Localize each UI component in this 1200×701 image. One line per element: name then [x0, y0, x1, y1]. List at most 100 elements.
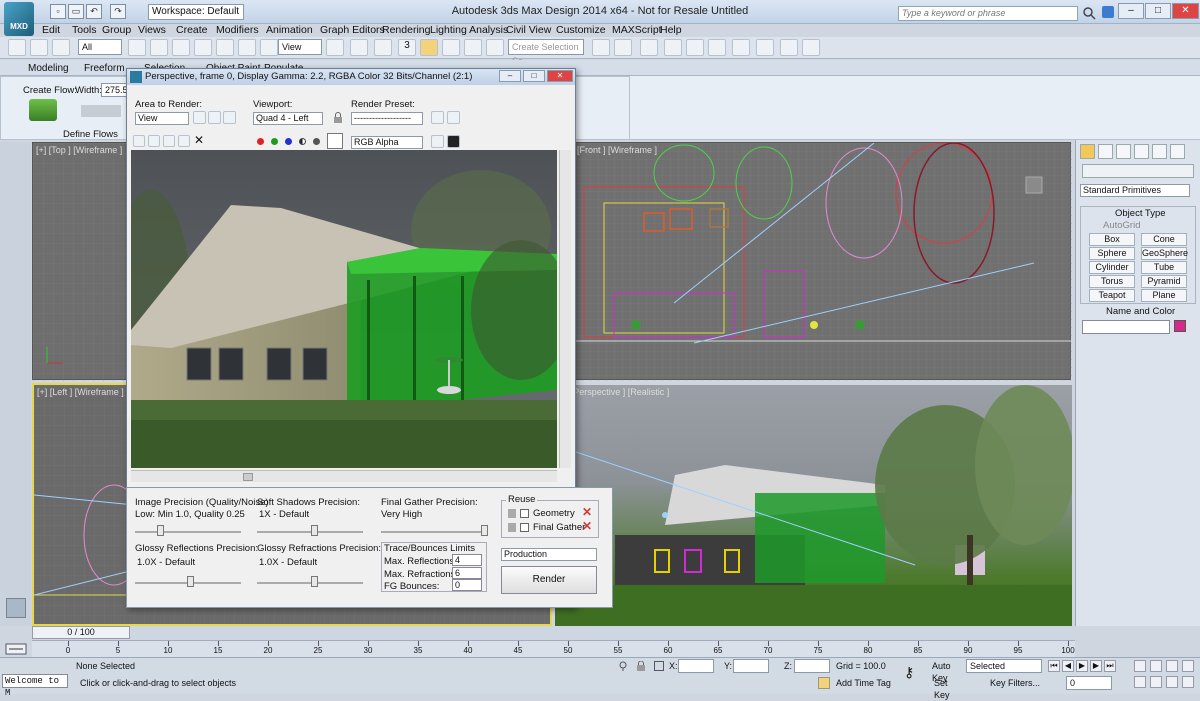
viewport-top-label[interactable]: [+] [Top ] [Wireframe ] [36, 145, 122, 155]
clear-icon[interactable]: ✕ [194, 134, 206, 147]
toggle-ui-overlay-icon[interactable] [431, 135, 444, 148]
object-color-swatch[interactable] [1174, 320, 1186, 332]
reference-coordinate-select[interactable]: View [278, 39, 322, 55]
glossy-reflections-slider[interactable] [187, 576, 194, 587]
go-to-end-icon[interactable]: ⏭ [1104, 660, 1116, 672]
menu-views[interactable]: Views [138, 24, 166, 36]
maximize-button[interactable]: □ [1145, 3, 1171, 19]
soft-shadows-slider[interactable] [311, 525, 318, 536]
add-time-tag[interactable]: Add Time Tag [836, 678, 891, 688]
create-flow-icon[interactable] [29, 99, 57, 121]
primitive-type-select[interactable]: Standard Primitives [1080, 184, 1190, 197]
viewport-front[interactable]: [Front ] [Wireframe ] [573, 142, 1072, 381]
rotate-icon[interactable] [238, 39, 256, 56]
menu-graph-editors[interactable]: Graph Editors [320, 24, 385, 36]
ribbon-tab-modeling[interactable]: Modeling [28, 63, 69, 74]
material-editor-icon[interactable] [756, 39, 774, 56]
display-tab-icon[interactable] [1152, 144, 1167, 159]
render-minimize-button[interactable]: – [499, 70, 521, 82]
percent-snap-icon[interactable] [442, 39, 460, 56]
key-icon[interactable]: ⚷ [904, 665, 926, 680]
menu-create[interactable]: Create [176, 24, 208, 36]
hierarchy-tab-icon[interactable] [1116, 144, 1131, 159]
render-mode-select[interactable]: Production [501, 548, 597, 561]
go-to-start-icon[interactable]: ⏮ [1048, 660, 1060, 672]
max-reflections-input[interactable]: 4 [452, 554, 482, 566]
render-vertical-scrollbar[interactable] [559, 150, 571, 468]
final-gather-lock-icon[interactable] [508, 523, 516, 532]
menu-rendering[interactable]: Rendering [382, 24, 430, 36]
named-selection-input[interactable]: Create Selection Se [508, 39, 584, 66]
area-to-render-select[interactable]: View [135, 112, 189, 125]
monochrome-icon[interactable] [313, 138, 320, 145]
geosphere-button[interactable]: GeoSphere [1141, 247, 1188, 260]
viewport-front-label[interactable]: [Front ] [Wireframe ] [577, 145, 657, 155]
sphere-button[interactable]: Sphere [1089, 247, 1135, 260]
cylinder-button[interactable]: Cylinder [1089, 261, 1135, 274]
plane-button[interactable]: Plane [1141, 289, 1187, 302]
flow-preview-icon[interactable] [81, 105, 121, 117]
layer-manager-icon[interactable] [664, 39, 682, 56]
selection-lock-icon[interactable] [636, 660, 646, 671]
key-filters-button[interactable]: Key Filters... [990, 677, 1042, 691]
display-channel-select[interactable]: RGB Alpha [351, 136, 423, 149]
render-teapot-icon[interactable] [802, 39, 820, 56]
cone-button[interactable]: Cone [1141, 233, 1187, 246]
infocenter-icon[interactable] [1102, 6, 1114, 18]
snaps-toggle-icon[interactable]: 3 [398, 39, 416, 56]
viewport-top[interactable]: [+] [Top ] [Wireframe ] [32, 142, 131, 381]
menu-animation[interactable]: Animation [266, 24, 313, 36]
bind-spacewarp-icon[interactable] [52, 39, 70, 56]
menu-modifiers[interactable]: Modifiers [216, 24, 259, 36]
maximize-viewport-icon[interactable] [1182, 676, 1194, 688]
close-button[interactable]: ✕ [1172, 3, 1199, 19]
clear-geometry-icon[interactable]: ✕ [582, 506, 594, 519]
keyboard-shortcut-icon[interactable] [374, 39, 392, 56]
angle-snap-icon[interactable] [420, 39, 438, 56]
box-button[interactable]: Box [1089, 233, 1135, 246]
clone-window-icon[interactable] [163, 135, 175, 147]
crop-icon[interactable] [223, 111, 236, 124]
modify-tab-icon[interactable] [1098, 144, 1113, 159]
key-selection-select[interactable]: Selected [966, 659, 1042, 673]
edit-region-icon[interactable] [193, 111, 206, 124]
select-by-name-icon[interactable] [150, 39, 168, 56]
lock-icon[interactable] [333, 112, 343, 124]
menu-customize[interactable]: Customize [556, 24, 606, 36]
curve-editor-icon[interactable] [708, 39, 726, 56]
clear-final-gather-icon[interactable]: ✕ [582, 520, 594, 533]
render-preset-select[interactable]: ------------------- [351, 112, 423, 125]
object-name-input[interactable] [1082, 320, 1170, 334]
menu-edit[interactable]: Edit [42, 24, 60, 36]
auto-region-icon[interactable] [208, 111, 221, 124]
ribbon-tab-freeform[interactable]: Freeform [84, 63, 125, 74]
render-horizontal-scrollbar[interactable] [131, 470, 557, 482]
viewport-left-label[interactable]: [+] [Left ] [Wireframe ] [37, 387, 124, 397]
utilities-tab-icon[interactable] [1170, 144, 1185, 159]
time-config-icon[interactable] [1134, 660, 1146, 672]
scroll-thumb[interactable] [243, 473, 253, 481]
z-coordinate-input[interactable] [794, 659, 830, 673]
region-icon[interactable] [172, 39, 190, 56]
green-channel-icon[interactable] [271, 138, 278, 145]
scale-icon[interactable] [260, 39, 278, 56]
render-button[interactable]: Render [501, 566, 597, 594]
time-slider-thumb[interactable]: 0 / 100 [32, 626, 130, 639]
x-coordinate-input[interactable] [678, 659, 714, 673]
search-icon[interactable] [1082, 6, 1096, 20]
y-coordinate-input[interactable] [733, 659, 769, 673]
toggle-ui-icon[interactable] [447, 135, 460, 148]
field-of-view-icon[interactable] [1134, 676, 1146, 688]
zoom-all-icon[interactable] [1166, 660, 1178, 672]
unlink-icon[interactable] [30, 39, 48, 56]
link-icon[interactable] [8, 39, 26, 56]
pan-icon[interactable] [1150, 676, 1162, 688]
time-tag-icon[interactable] [818, 677, 830, 689]
application-menu-logo[interactable]: MXD [4, 2, 34, 36]
current-frame-input[interactable]: 0 [1066, 676, 1112, 690]
viewport-layout-icon[interactable] [6, 598, 26, 618]
workspace-select[interactable]: Workspace: Default [148, 4, 244, 20]
teapot-button[interactable]: Teapot [1089, 289, 1135, 302]
copy-image-icon[interactable] [148, 135, 160, 147]
menu-lighting-analysis[interactable]: Lighting Analysis [430, 24, 508, 36]
